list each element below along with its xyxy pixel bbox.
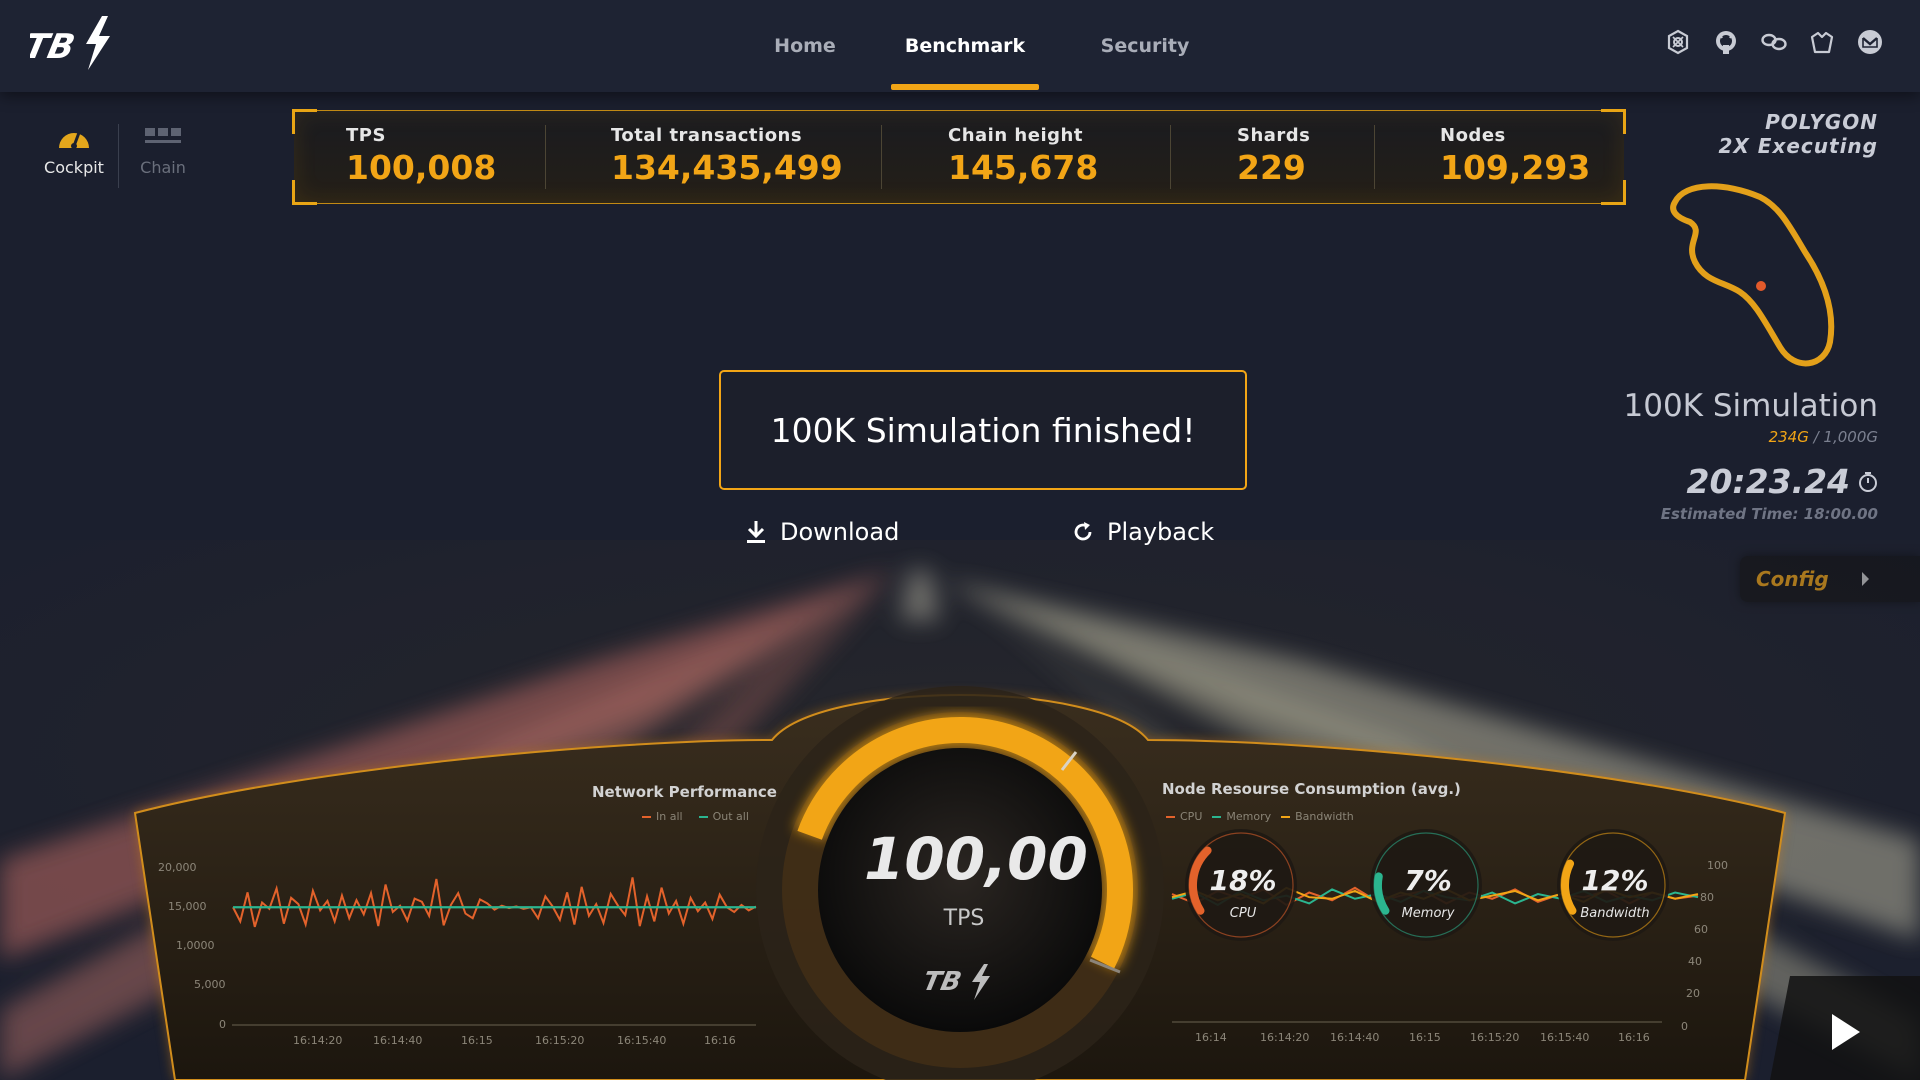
- cpu-gauge-value: 18%: [1209, 864, 1277, 897]
- memory-gauge-value: 7%: [1404, 864, 1452, 897]
- memory-gauge-label: Memory: [1401, 906, 1455, 921]
- bandwidth-gauge-value: 12%: [1581, 864, 1649, 897]
- play-button[interactable]: [1770, 976, 1920, 1080]
- bandwidth-gauge-label: Bandwidth: [1580, 906, 1650, 921]
- cpu-gauge-label: CPU: [1229, 906, 1257, 921]
